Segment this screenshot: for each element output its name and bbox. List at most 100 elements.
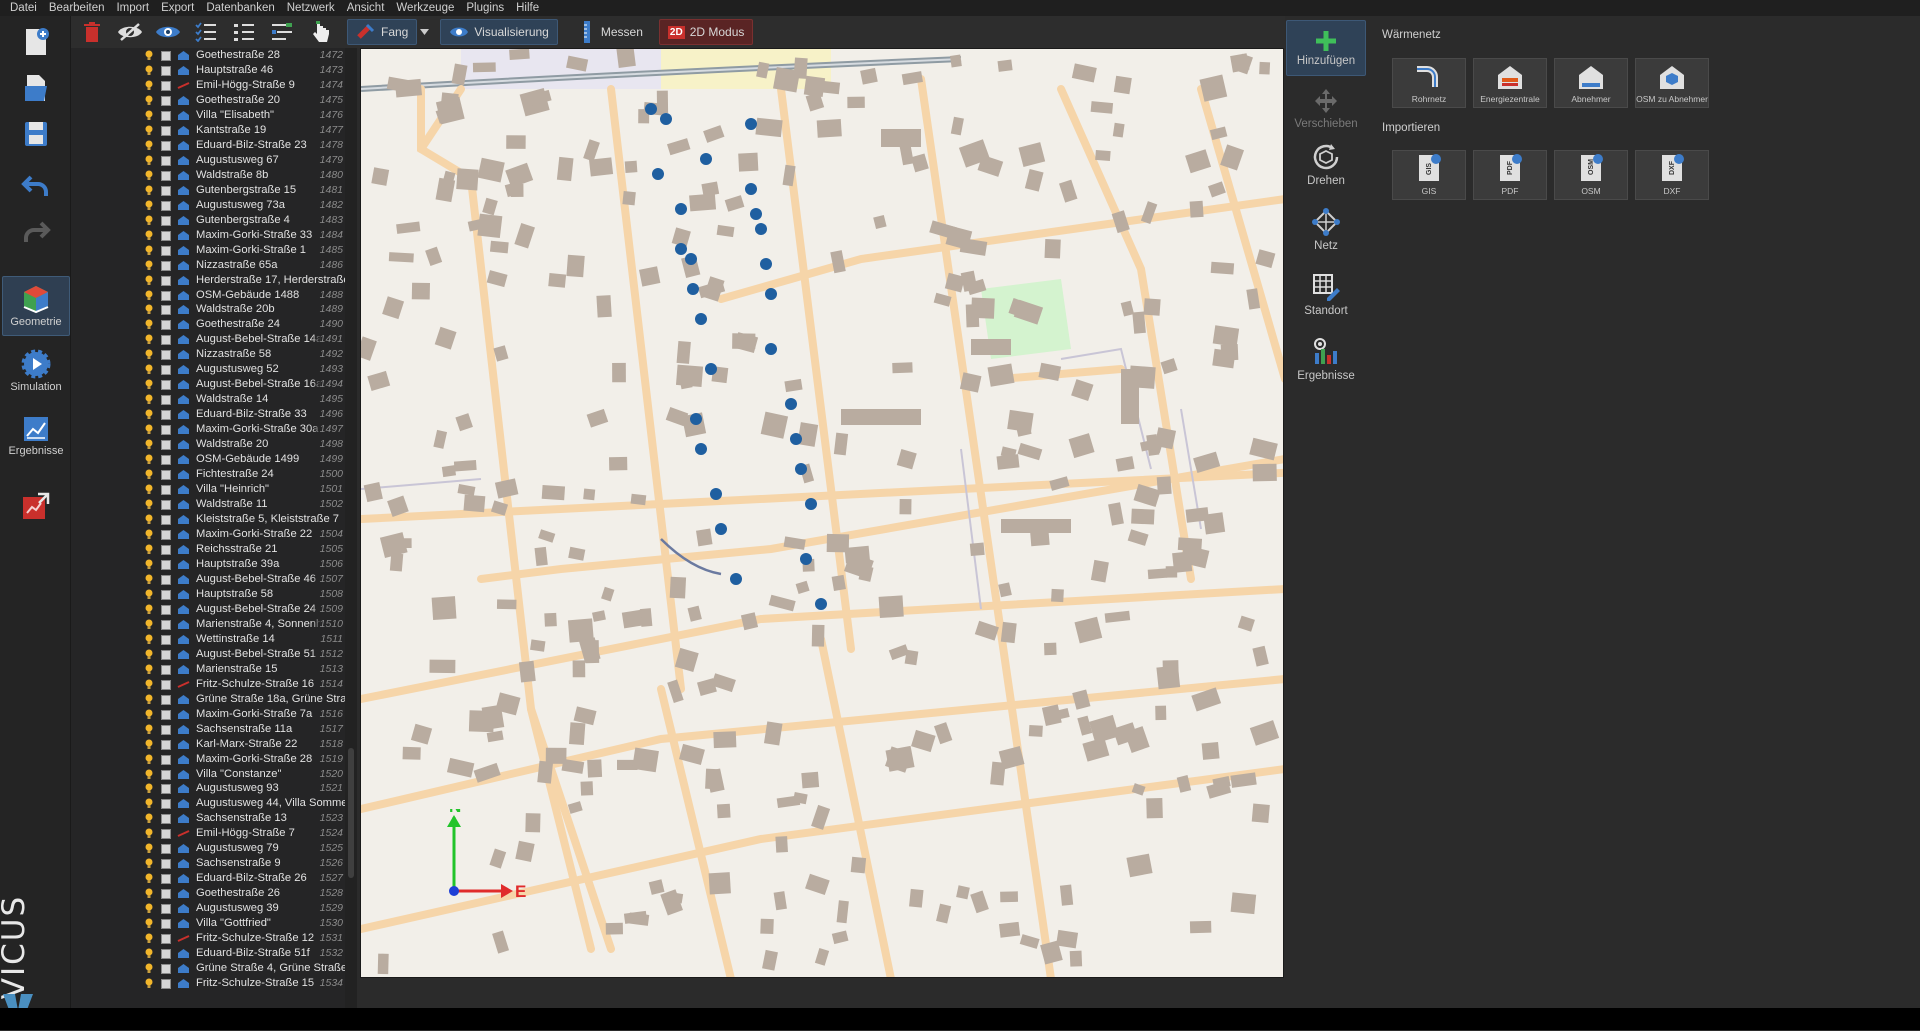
tree-row[interactable]: Maxim-Gorki-Straße 1 1485 bbox=[71, 242, 343, 258]
tree-scrollbar[interactable] bbox=[345, 48, 357, 1008]
menu-plugins[interactable]: Plugins bbox=[460, 0, 510, 16]
selection-checkbox[interactable] bbox=[161, 320, 171, 331]
selection-checkbox[interactable] bbox=[161, 679, 171, 690]
visibility-bulb-icon[interactable] bbox=[145, 95, 153, 106]
selection-checkbox[interactable] bbox=[161, 949, 171, 960]
visibility-bulb-icon[interactable] bbox=[145, 469, 153, 480]
visibility-bulb-icon[interactable] bbox=[145, 245, 153, 256]
visibility-bulb-icon[interactable] bbox=[145, 589, 153, 600]
visibility-bulb-icon[interactable] bbox=[145, 349, 153, 360]
selection-checkbox[interactable] bbox=[161, 859, 171, 870]
deselect-all-button[interactable] bbox=[225, 17, 263, 47]
selection-checkbox[interactable] bbox=[161, 649, 171, 660]
visibility-bulb-icon[interactable] bbox=[145, 424, 153, 435]
visibility-bulb-icon[interactable] bbox=[145, 948, 153, 959]
osm-to-consumer-card[interactable]: OSM zu Abnehmer bbox=[1635, 58, 1709, 108]
menu-datei[interactable]: Datei bbox=[4, 0, 43, 16]
selection-checkbox[interactable] bbox=[161, 904, 171, 915]
visibility-bulb-icon[interactable] bbox=[145, 694, 153, 705]
visibility-bulb-icon[interactable] bbox=[145, 499, 153, 510]
selection-checkbox[interactable] bbox=[161, 844, 171, 855]
selection-checkbox[interactable] bbox=[161, 425, 171, 436]
selection-checkbox[interactable] bbox=[161, 185, 171, 196]
selection-checkbox[interactable] bbox=[161, 739, 171, 750]
selection-checkbox[interactable] bbox=[161, 260, 171, 271]
visibility-bulb-icon[interactable] bbox=[145, 918, 153, 929]
tree-row[interactable]: Villa "Constanze" 1520 bbox=[71, 766, 343, 782]
visibility-bulb-icon[interactable] bbox=[145, 170, 153, 181]
tree-row[interactable]: Augustusweg 93 1521 bbox=[71, 781, 343, 797]
selection-checkbox[interactable] bbox=[161, 979, 171, 990]
visibility-bulb-icon[interactable] bbox=[145, 260, 153, 271]
selection-checkbox[interactable] bbox=[161, 470, 171, 481]
selection-checkbox[interactable] bbox=[161, 829, 171, 840]
open-project-button[interactable] bbox=[8, 68, 63, 108]
visibility-bulb-icon[interactable] bbox=[145, 334, 153, 345]
tree-row[interactable]: Sachsenstraße 11a 1517 bbox=[71, 721, 343, 737]
visibility-bulb-icon[interactable] bbox=[145, 574, 153, 585]
tree-row[interactable]: Kleiststraße 5, Kleiststraße 7 bbox=[71, 512, 343, 527]
selection-checkbox[interactable] bbox=[161, 215, 171, 226]
new-project-button[interactable] bbox=[8, 22, 63, 62]
visibility-bulb-icon[interactable] bbox=[145, 514, 153, 525]
visibility-bulb-icon[interactable] bbox=[145, 619, 153, 630]
map-viewport[interactable]: N E bbox=[360, 48, 1284, 978]
location-button[interactable]: Standort bbox=[1286, 266, 1366, 322]
visibility-bulb-icon[interactable] bbox=[145, 888, 153, 899]
menu-netzwerk[interactable]: Netzwerk bbox=[281, 0, 341, 16]
redo-button[interactable] bbox=[8, 212, 63, 252]
menu-ansicht[interactable]: Ansicht bbox=[341, 0, 391, 16]
results-button[interactable]: Ergebnisse bbox=[1286, 331, 1366, 387]
selection-checkbox[interactable] bbox=[161, 65, 171, 76]
visibility-bulb-icon[interactable] bbox=[145, 454, 153, 465]
selection-checkbox[interactable] bbox=[161, 125, 171, 136]
visibility-bulb-icon[interactable] bbox=[145, 439, 153, 450]
nav-simulation[interactable]: Simulation bbox=[2, 341, 70, 401]
pointer-tool-button[interactable] bbox=[301, 17, 339, 47]
tree-row[interactable]: Fritz-Schulze-Straße 16 1514 bbox=[71, 676, 343, 692]
visibility-bulb-icon[interactable] bbox=[145, 754, 153, 765]
tree-row[interactable]: Augustusweg 44, Villa Sommer bbox=[71, 796, 346, 811]
selection-checkbox[interactable] bbox=[161, 530, 171, 540]
tree-row[interactable]: Gutenbergstraße 15 1481 bbox=[71, 182, 343, 198]
visibility-bulb-icon[interactable] bbox=[145, 290, 153, 301]
selection-checkbox[interactable] bbox=[161, 604, 171, 615]
select-all-button[interactable] bbox=[187, 17, 225, 47]
selection-checkbox[interactable] bbox=[161, 170, 171, 181]
nav-geometry[interactable]: Geometrie bbox=[2, 276, 70, 336]
hide-selected-button[interactable] bbox=[111, 17, 149, 47]
tree-row[interactable]: Maxim-Gorki-Straße 28 1519 bbox=[71, 751, 343, 767]
selection-checkbox[interactable] bbox=[161, 395, 171, 406]
tree-row[interactable]: Reichsstraße 21 1505 bbox=[71, 541, 343, 557]
menu-bearbeiten[interactable]: Bearbeiten bbox=[43, 0, 111, 16]
visibility-bulb-icon[interactable] bbox=[145, 155, 153, 166]
visibility-bulb-icon[interactable] bbox=[145, 50, 153, 61]
visibility-bulb-icon[interactable] bbox=[145, 963, 153, 974]
visibility-bulb-icon[interactable] bbox=[145, 769, 153, 780]
network-button[interactable]: Netz bbox=[1286, 201, 1366, 257]
selection-checkbox[interactable] bbox=[161, 934, 171, 945]
visibility-bulb-icon[interactable] bbox=[145, 783, 153, 794]
selection-checkbox[interactable] bbox=[161, 200, 171, 211]
visibility-bulb-icon[interactable] bbox=[145, 319, 153, 330]
selection-checkbox[interactable] bbox=[161, 485, 171, 496]
2d-mode-button[interactable]: 2D 2D Modus bbox=[658, 19, 754, 45]
snap-options-dropdown[interactable] bbox=[417, 19, 437, 45]
invert-selection-button[interactable] bbox=[263, 17, 301, 47]
visibility-bulb-icon[interactable] bbox=[145, 933, 153, 944]
tree-row[interactable]: Nizzastraße 65a 1486 bbox=[71, 257, 343, 273]
visibility-bulb-icon[interactable] bbox=[145, 230, 153, 241]
visibility-bulb-icon[interactable] bbox=[145, 125, 153, 136]
selection-checkbox[interactable] bbox=[161, 110, 171, 121]
tree-row[interactable]: Fichtestraße 24 1500 bbox=[71, 467, 343, 483]
tree-row[interactable]: Eduard-Bilz-Straße 33 1496 bbox=[71, 407, 343, 423]
selection-checkbox[interactable] bbox=[161, 230, 171, 241]
tree-row[interactable]: Augustusweg 39 1529 bbox=[71, 901, 343, 917]
selection-checkbox[interactable] bbox=[161, 919, 171, 930]
selection-checkbox[interactable] bbox=[161, 275, 171, 286]
tree-row[interactable]: Goethestraße 24 1490 bbox=[71, 317, 343, 333]
visibility-bulb-icon[interactable] bbox=[145, 664, 153, 675]
menu-datenbanken[interactable]: Datenbanken bbox=[200, 0, 280, 16]
tree-row[interactable]: Augustusweg 52 1493 bbox=[71, 362, 343, 378]
visibility-bulb-icon[interactable] bbox=[145, 559, 153, 570]
